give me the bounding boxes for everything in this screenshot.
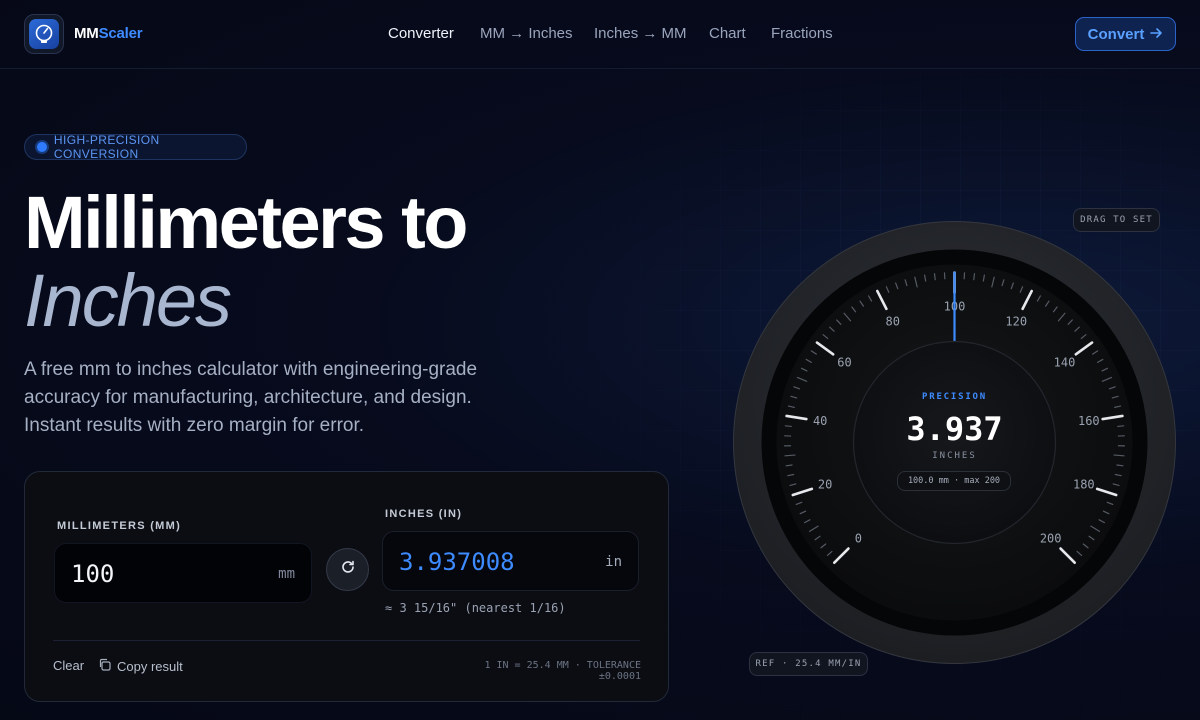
swap-button[interactable]	[326, 548, 369, 591]
fraction-approximation: ≈ 3 15/16" (nearest 1/16)	[385, 601, 566, 615]
inches-field-label: INCHES (IN)	[385, 508, 463, 520]
clear-button[interactable]: Clear	[53, 658, 84, 673]
reference-text: REF · 25.4 MM/IN	[755, 659, 862, 669]
copy-icon	[98, 658, 111, 674]
badge-text: HIGH-PRECISION CONVERSION	[53, 133, 160, 161]
clear-button-label: Clear	[53, 658, 85, 673]
dial-scale-label: 180	[1073, 478, 1095, 492]
mm-input[interactable]: 100 mm	[54, 543, 312, 603]
nav-mm-to-inches[interactable]: MM → Inches	[480, 25, 573, 42]
dial-range-badge: 100.0 mm · max 200	[897, 471, 1011, 491]
dial-scale-label: 80	[886, 314, 900, 328]
convert-button-label: Convert	[1087, 25, 1145, 43]
page-title-line-2: Inches	[24, 259, 232, 342]
mm-field-label: MILLIMETERS (MM)	[57, 520, 182, 532]
dial-readout-unit: INCHES	[932, 451, 977, 461]
status-dot-icon	[37, 142, 47, 152]
inches-unit-label: in	[605, 554, 622, 570]
dial-scale-label: 20	[818, 478, 832, 492]
dial-range-text: 100.0 mm · max 200	[907, 476, 1001, 486]
dial-minor-tick	[933, 273, 936, 281]
brand-name-part-1: MM	[74, 25, 99, 42]
dial-scale-label: 60	[837, 356, 851, 370]
dial-minor-tick	[1116, 464, 1124, 467]
reference-badge: REF · 25.4 MM/IN	[749, 652, 868, 676]
dial-minor-tick	[785, 464, 793, 467]
dial-scale-label: 140	[1054, 356, 1076, 370]
page-title-line-1: Millimeters to	[24, 181, 469, 264]
logo[interactable]	[24, 14, 64, 54]
dial-readout-value: 3.937	[906, 410, 1003, 448]
copy-result-label: Copy result	[117, 658, 183, 674]
nav-chart[interactable]: Chart	[709, 25, 746, 42]
precision-dial[interactable]: 020406080100120140160180200 PRECISION 3.…	[733, 221, 1176, 664]
brand-name-part-2: Scaler	[98, 25, 143, 42]
nav-converter[interactable]: Converter	[388, 25, 454, 42]
dial-scale-label: 120	[1005, 314, 1027, 328]
nav-fractions[interactable]: Fractions	[771, 25, 833, 42]
refresh-icon	[340, 559, 356, 580]
arrow-right-icon	[1150, 26, 1163, 43]
nav-inches-to-mm[interactable]: Inches → MM	[594, 25, 687, 42]
card-divider	[53, 640, 640, 641]
mm-unit-label: mm	[278, 566, 295, 582]
gauge-icon	[29, 19, 59, 49]
brand-name[interactable]: MMScaler	[74, 25, 143, 42]
mm-input-value[interactable]: 100	[71, 560, 114, 588]
precision-badge: HIGH-PRECISION CONVERSION	[24, 133, 247, 161]
tolerance-note: 1 IN = 25.4 MM · TOLERANCE ±0.0001	[484, 660, 641, 682]
top-navigation-bar: MMScaler Converter MM → Inches Inches → …	[0, 0, 1200, 69]
inches-output-value[interactable]: 3.937008	[399, 548, 515, 576]
dial-scale-label: 0	[855, 532, 862, 546]
dial-minor-tick	[973, 273, 976, 281]
dial-scale-label: 200	[1040, 532, 1062, 546]
convert-button[interactable]: Convert	[1075, 17, 1176, 51]
copy-result-button[interactable]: Copy result	[98, 658, 183, 674]
dial-precision-label: PRECISION	[922, 392, 987, 402]
hero-description: A free mm to inches calculator with engi…	[24, 359, 478, 436]
inches-output[interactable]: 3.937008 in	[382, 531, 639, 591]
